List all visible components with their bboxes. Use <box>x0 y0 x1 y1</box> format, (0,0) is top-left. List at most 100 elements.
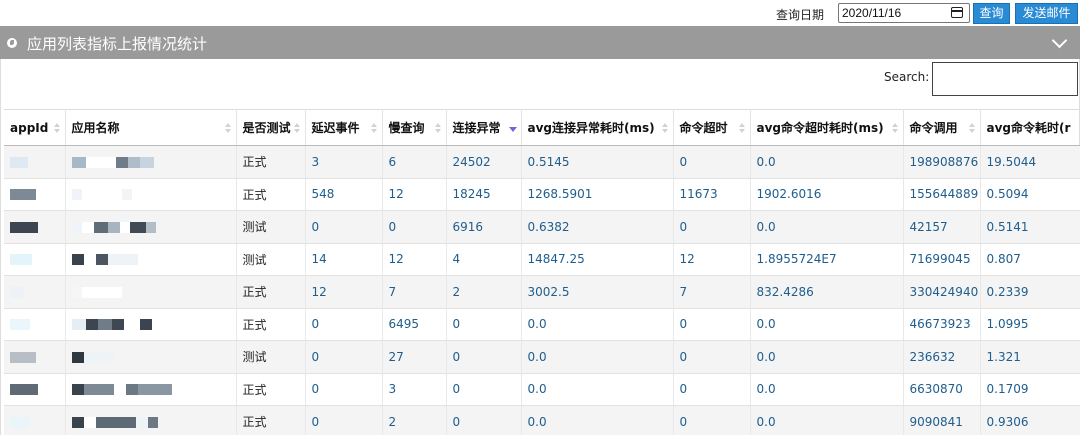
appid-cell-redacted <box>4 178 66 211</box>
app-name-cell-redacted <box>65 210 237 244</box>
table-row[interactable]: 正式 0 3 0 0.0 0 0.0 6630870 0.1709 <box>4 373 1080 406</box>
sort-icon <box>968 123 975 134</box>
table-cell-avg-cmd: 0.807 <box>980 243 1080 276</box>
table-row[interactable]: 正式 548 12 18245 1268.5901 11673 1902.6016 15564… <box>4 178 1080 211</box>
redaction-block <box>145 221 156 233</box>
panel-body: Search: appId 应用名称 是否测试 延迟事件 慢查询 连接异常 av… <box>0 59 1080 435</box>
table-cell-slow: 12 <box>382 178 447 211</box>
table-row[interactable]: 正式 0 2 0 0.0 0 0.0 9090841 0.9306 <box>4 405 1080 435</box>
table-cell-avg-conn: 0.0 <box>521 373 674 406</box>
column-header[interactable]: 是否测试 <box>236 109 306 146</box>
table-cell-delay: 0 <box>305 405 383 435</box>
column-header[interactable]: 应用名称 <box>65 109 237 146</box>
sort-icon <box>224 123 231 134</box>
table-cell-avg-timeout: 1.8955724E7 <box>750 243 904 276</box>
redaction-block <box>71 384 84 396</box>
table-cell-conn-err: 18245 <box>446 178 522 211</box>
column-header[interactable]: 命令超时 <box>673 109 751 146</box>
redaction-block <box>95 416 136 428</box>
sort-icon <box>661 123 668 134</box>
redaction-block <box>119 221 130 233</box>
column-header[interactable]: avg命令超时耗时(ms) <box>750 109 904 146</box>
table-cell-cmd-timeout: 0 <box>673 340 751 374</box>
table-cell-slow: 6495 <box>382 308 447 341</box>
redaction-block <box>71 221 82 233</box>
table-cell-avg-conn: 3002.5 <box>521 275 674 309</box>
column-header-sorted[interactable]: 连接异常 <box>446 109 522 146</box>
redaction-block <box>71 416 84 428</box>
redaction-block <box>81 286 122 298</box>
column-header[interactable]: appId <box>4 109 66 146</box>
chevron-down-icon[interactable] <box>1051 32 1068 49</box>
app-name-cell-redacted <box>65 373 237 406</box>
table-cell-conn-err: 0 <box>446 308 522 341</box>
table-cell-test: 测试 <box>236 210 306 244</box>
redaction-block <box>85 156 116 168</box>
column-header[interactable]: avg连接异常耗时(ms) <box>521 109 674 146</box>
redaction-block <box>93 221 108 233</box>
table-row[interactable]: 测试 0 27 0 0.0 0 0.0 236632 1.321 <box>4 340 1080 374</box>
column-header[interactable]: 慢查询 <box>382 109 447 146</box>
redaction-block <box>71 254 84 266</box>
table-cell-avg-timeout: 0.0 <box>750 340 904 374</box>
table-row[interactable]: 正式 12 7 2 3002.5 7 832.4286 330424940 0.2339 <box>4 275 1080 309</box>
table-cell-test: 正式 <box>236 145 306 179</box>
table-cell-cmd-timeout: 11673 <box>673 178 751 211</box>
redaction-block <box>10 384 38 396</box>
table-row[interactable]: 测试 14 12 4 14847.25 12 1.8955724E7 71699045 0.80… <box>4 243 1080 276</box>
table-cell-conn-err: 4 <box>446 243 522 276</box>
table-cell-delay: 0 <box>305 308 383 341</box>
redaction-block <box>10 416 30 428</box>
column-header[interactable]: avg命令耗时(r <box>980 109 1080 146</box>
calendar-icon[interactable] <box>951 7 963 18</box>
table-cell-test: 正式 <box>236 275 306 309</box>
table-cell-slow: 27 <box>382 340 447 374</box>
table-cell-conn-err: 0 <box>446 373 522 406</box>
redaction-block <box>10 286 24 298</box>
app-name-cell-redacted <box>65 275 237 309</box>
table-cell-slow: 3 <box>382 373 447 406</box>
table-cell-calls: 42157 <box>903 210 981 244</box>
redaction-block <box>71 351 84 363</box>
column-header[interactable]: 延迟事件 <box>305 109 383 146</box>
table-row[interactable]: 测试 0 0 6916 0.6382 0 0.0 42157 0.5141 <box>4 210 1080 244</box>
table-cell-calls: 71699045 <box>903 243 981 276</box>
sort-icon <box>370 123 377 134</box>
table-cell-delay: 3 <box>305 145 383 179</box>
send-mail-button[interactable]: 发送邮件 <box>1015 3 1078 24</box>
table-cell-avg-timeout: 832.4286 <box>750 275 904 309</box>
table-cell-avg-cmd: 1.321 <box>980 340 1080 374</box>
table-cell-avg-cmd: 1.0995 <box>980 308 1080 341</box>
column-header[interactable]: 命令调用 <box>903 109 981 146</box>
table-cell-cmd-timeout: 0 <box>673 373 751 406</box>
table-cell-avg-cmd: 19.5044 <box>980 145 1080 179</box>
redaction-block <box>85 319 98 331</box>
table-cell-test: 正式 <box>236 373 306 406</box>
redaction-block <box>107 254 138 266</box>
panel-title: 应用列表指标上报情况统计 <box>27 35 208 53</box>
redaction-block <box>139 319 152 331</box>
table-cell-test: 测试 <box>236 340 306 374</box>
globe-icon <box>7 38 17 48</box>
redaction-block <box>139 156 154 168</box>
date-label: 查询日期 <box>776 8 825 22</box>
table-cell-conn-err: 24502 <box>446 145 522 179</box>
table-cell-avg-timeout: 0.0 <box>750 405 904 435</box>
sort-desc-icon <box>508 127 517 132</box>
table-cell-avg-conn: 0.0 <box>521 340 674 374</box>
table-cell-conn-err: 6916 <box>446 210 522 244</box>
redaction-block <box>71 189 82 201</box>
table-row[interactable]: 正式 3 6 24502 0.5145 0 0.0 198908876 19.5044 <box>4 145 1080 179</box>
table-cell-avg-conn: 0.0 <box>521 308 674 341</box>
table-cell-avg-conn: 1268.5901 <box>521 178 674 211</box>
table-row[interactable]: 正式 0 6495 0 0.0 0 0.0 46673923 1.0995 <box>4 308 1080 341</box>
search-input[interactable] <box>932 62 1078 96</box>
query-button[interactable]: 查询 <box>973 3 1010 24</box>
sort-icon <box>738 123 745 134</box>
table-cell-slow: 12 <box>382 243 447 276</box>
metrics-table: appId 应用名称 是否测试 延迟事件 慢查询 连接异常 avg连接异常耗时(… <box>4 109 1080 435</box>
table-cell-test: 正式 <box>236 405 306 435</box>
redaction-block <box>111 319 124 331</box>
redaction-block <box>10 351 36 363</box>
table-cell-avg-timeout: 0.0 <box>750 145 904 179</box>
